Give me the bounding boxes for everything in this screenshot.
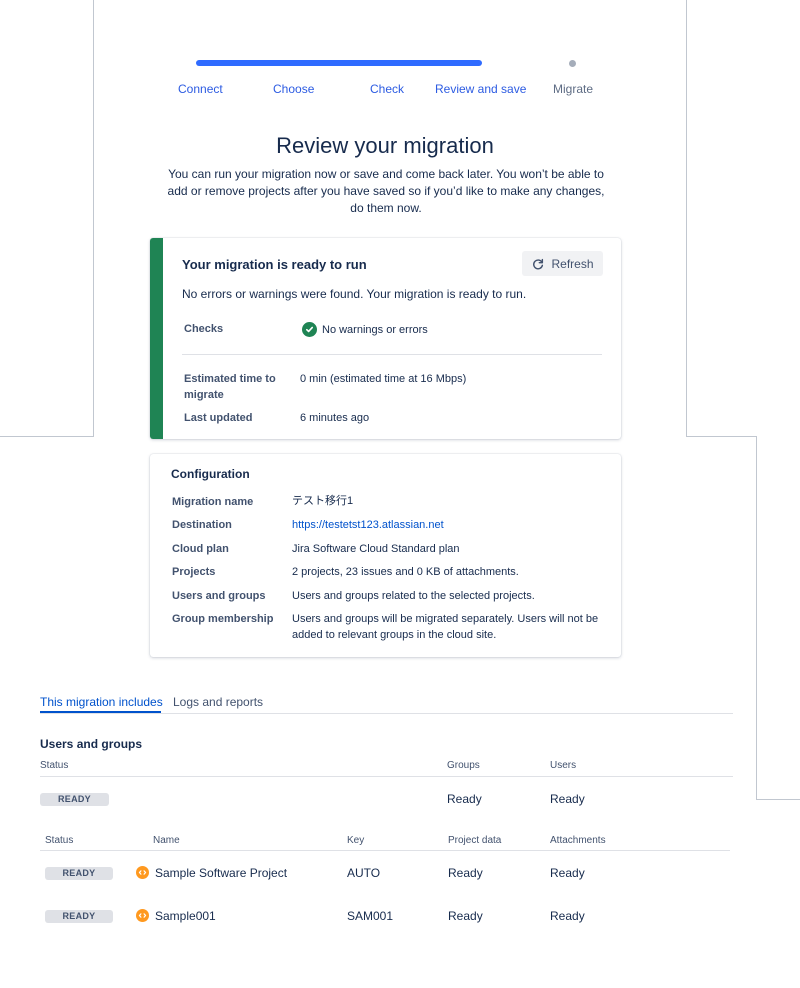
refresh-icon xyxy=(533,258,544,269)
estimated-time-value: 0 min (estimated time at 16 Mbps) xyxy=(300,373,467,385)
project-avatar-icon xyxy=(136,909,149,922)
config-key-users-and-groups: Users and groups xyxy=(172,590,266,602)
frame-border-right-mid xyxy=(686,436,757,437)
tab-this-migration-includes[interactable]: This migration includes xyxy=(40,695,163,709)
status-badge: READY xyxy=(40,793,109,806)
migration-stepper: Connect Choose Check Review and save Mig… xyxy=(0,0,800,100)
users-groups-header-status: Status xyxy=(40,760,69,771)
project-name-link[interactable]: Sample Software Project xyxy=(155,866,287,880)
step-choose[interactable]: Choose xyxy=(273,82,314,96)
status-badge: READY xyxy=(45,910,113,923)
configuration-heading: Configuration xyxy=(171,467,250,481)
checks-value: No warnings or errors xyxy=(322,324,428,336)
project-avatar-icon xyxy=(136,866,149,879)
step-review-and-save[interactable]: Review and save xyxy=(435,82,526,96)
last-updated-label: Last updated xyxy=(184,412,253,424)
frame-border-right-lower xyxy=(756,436,757,800)
projects-header-project-data: Project data xyxy=(448,835,502,846)
estimated-time-label: Estimated time to migrate xyxy=(184,373,276,401)
projects-header-attachments: Attachments xyxy=(550,835,606,846)
step-migrate: Migrate xyxy=(553,82,594,96)
step-check[interactable]: Check xyxy=(370,82,404,96)
config-value-projects: 2 projects, 23 issues and 0 KB of attach… xyxy=(292,566,519,578)
step-connect[interactable]: Connect xyxy=(178,82,223,96)
config-key-cloud-plan: Cloud plan xyxy=(172,543,229,555)
project-key: AUTO xyxy=(347,866,381,880)
success-accent-bar xyxy=(150,238,163,439)
projects-header-key: Key xyxy=(347,835,365,846)
users-groups-users-value: Ready xyxy=(550,792,585,806)
checks-label: Checks xyxy=(184,323,224,335)
pending-step-dot xyxy=(569,60,576,67)
project-name-link[interactable]: Sample001 xyxy=(155,909,216,923)
tabs-baseline xyxy=(40,713,733,714)
progress-track xyxy=(196,60,482,66)
project-data-status: Ready xyxy=(448,866,483,880)
tab-logs-and-reports[interactable]: Logs and reports xyxy=(173,695,263,709)
status-badge: READY xyxy=(45,867,113,880)
projects-header-divider xyxy=(40,850,730,851)
projects-header-status: Status xyxy=(45,835,74,846)
users-groups-groups-value: Ready xyxy=(447,792,482,806)
project-attachments-status: Ready xyxy=(550,866,585,880)
refresh-button[interactable]: Refresh xyxy=(522,251,603,276)
active-tab-indicator xyxy=(40,711,161,713)
last-updated-value: 6 minutes ago xyxy=(300,412,370,424)
page-title: Review your migration xyxy=(276,133,494,158)
config-value-cloud-plan: Jira Software Cloud Standard plan xyxy=(292,543,460,555)
ready-card-message: No errors or warnings were found. Your m… xyxy=(182,287,527,301)
ready-card-heading: Your migration is ready to run xyxy=(182,257,367,272)
config-key-destination: Destination xyxy=(172,519,232,531)
users-groups-header-groups: Groups xyxy=(447,760,480,771)
projects-header-name: Name xyxy=(153,835,180,846)
config-key-projects: Projects xyxy=(172,566,216,578)
project-key: SAM001 xyxy=(347,909,394,923)
page-subtitle: You can run your migration now or save a… xyxy=(167,167,605,215)
frame-border-left-bottom xyxy=(0,436,94,437)
frame-border-right-bottom xyxy=(756,799,800,800)
users-groups-title: Users and groups xyxy=(40,737,143,751)
config-value-group-membership: Users and groups will be migrated separa… xyxy=(292,613,599,641)
config-value-users-and-groups: Users and groups related to the selected… xyxy=(292,590,535,602)
ready-card-divider xyxy=(182,354,602,355)
config-key-migration-name: Migration name xyxy=(172,496,254,508)
users-groups-header-users: Users xyxy=(550,760,577,771)
config-key-group-membership: Group membership xyxy=(172,613,274,625)
refresh-button-label: Refresh xyxy=(551,256,594,271)
project-data-status: Ready xyxy=(448,909,483,923)
config-value-migration-name: テスト移行1 xyxy=(292,495,354,507)
destination-link[interactable]: https://testetst123.atlassian.net xyxy=(292,517,444,533)
project-attachments-status: Ready xyxy=(550,909,585,923)
check-circle-icon xyxy=(302,322,317,337)
users-groups-header-divider xyxy=(40,776,733,777)
